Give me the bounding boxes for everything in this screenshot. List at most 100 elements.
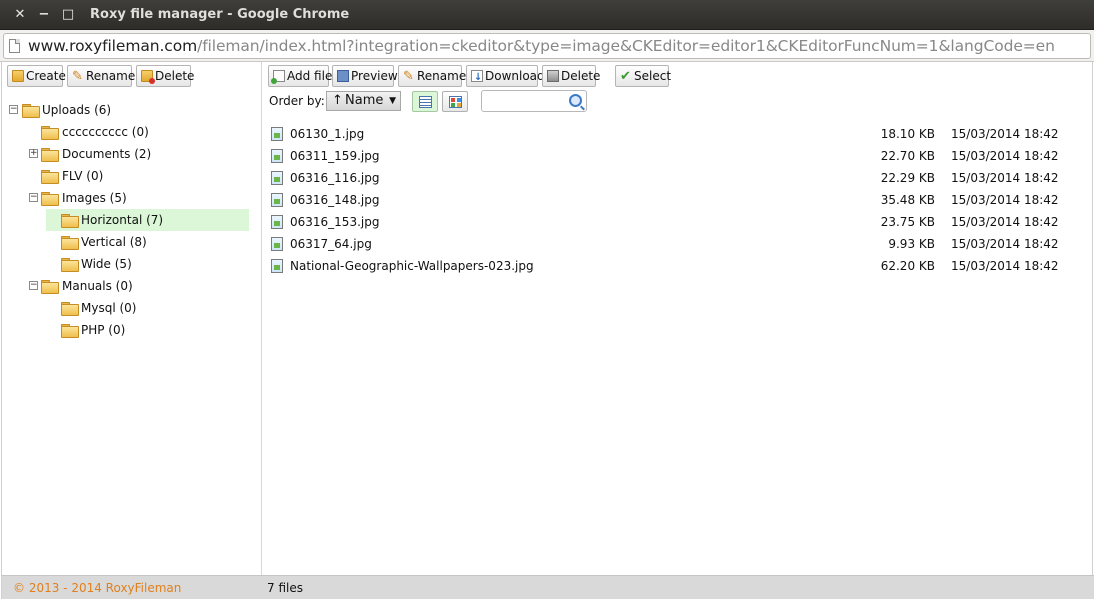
file-row[interactable]: 06130_1.jpg 18.10 KB 15/03/2014 18:42 bbox=[269, 123, 1089, 145]
tree-item-vertical[interactable]: Vertical (8) bbox=[46, 231, 249, 253]
delete-file-button[interactable]: Delete bbox=[542, 65, 600, 87]
file-size: 62.20 KB bbox=[880, 259, 935, 273]
tree-item-mysql[interactable]: Mysql (0) bbox=[46, 297, 249, 319]
list-view-button[interactable] bbox=[412, 91, 438, 112]
image-file-icon bbox=[271, 127, 283, 141]
tree-item-manuals[interactable]: − Manuals (0) bbox=[7, 275, 247, 297]
thumbnail-view-button[interactable] bbox=[442, 91, 468, 112]
file-name: 06317_64.jpg bbox=[290, 237, 372, 251]
sort-direction-icon: ↑ bbox=[332, 93, 343, 108]
file-row[interactable]: 06317_64.jpg 9.93 KB 15/03/2014 18:42 bbox=[269, 233, 1089, 255]
tree-item-label: cccccccccc (0) bbox=[62, 125, 149, 139]
file-row[interactable]: National-Geographic-Wallpapers-023.jpg 6… bbox=[269, 255, 1089, 277]
url-text[interactable]: www.roxyfileman.com/fileman/index.html?i… bbox=[28, 37, 1055, 55]
file-size: 18.10 KB bbox=[880, 127, 935, 141]
add-file-label: Add file bbox=[287, 69, 333, 83]
image-file-icon bbox=[271, 171, 283, 185]
rename-folder-button[interactable]: Rename bbox=[67, 65, 136, 87]
url-host: www.roxyfileman.com bbox=[28, 37, 198, 55]
image-file-icon bbox=[271, 193, 283, 207]
page-icon bbox=[9, 39, 20, 53]
file-row[interactable]: 06316_148.jpg 35.48 KB 15/03/2014 18:42 bbox=[269, 189, 1089, 211]
order-by-select[interactable]: ↑ Name ▼ bbox=[326, 91, 401, 111]
tree-item-label: Vertical (8) bbox=[81, 235, 147, 249]
file-size: 22.70 KB bbox=[880, 149, 935, 163]
preview-button[interactable]: Preview bbox=[332, 65, 398, 87]
tree-item-label: Documents (2) bbox=[62, 147, 152, 161]
folder-open-icon bbox=[22, 104, 40, 118]
file-size: 9.93 KB bbox=[888, 237, 935, 251]
search-input[interactable] bbox=[481, 90, 587, 112]
close-window-icon[interactable]: ✕ bbox=[11, 6, 29, 24]
file-count: 7 files bbox=[267, 581, 303, 595]
file-row[interactable]: 06311_159.jpg 22.70 KB 15/03/2014 18:42 bbox=[269, 145, 1089, 167]
file-pane: Add file Preview Rename Download Delete … bbox=[263, 62, 1093, 575]
tree-item-label: Mysql (0) bbox=[81, 301, 137, 315]
expand-icon[interactable]: + bbox=[29, 149, 38, 158]
download-label: Download bbox=[485, 69, 545, 83]
folder-delete-icon bbox=[141, 70, 155, 84]
delete-folder-button[interactable]: Delete bbox=[136, 65, 195, 87]
file-date: 15/03/2014 18:42 bbox=[951, 149, 1059, 163]
file-name: 06316_148.jpg bbox=[290, 193, 380, 207]
collapse-icon[interactable]: − bbox=[29, 281, 38, 290]
image-file-icon bbox=[271, 215, 283, 229]
maximize-window-icon[interactable]: □ bbox=[59, 6, 77, 24]
folder-icon bbox=[61, 236, 79, 250]
collapse-icon[interactable]: − bbox=[29, 193, 38, 202]
folder-icon bbox=[61, 258, 79, 272]
image-file-icon bbox=[271, 259, 283, 273]
tree-item-horizontal[interactable]: Horizontal (7) bbox=[46, 209, 249, 231]
file-name: 06311_159.jpg bbox=[290, 149, 380, 163]
thumbnail-view-icon bbox=[449, 96, 462, 108]
tree-item-label: Wide (5) bbox=[81, 257, 132, 271]
tree-item-documents[interactable]: + Documents (2) bbox=[7, 143, 247, 165]
folder-open-icon bbox=[41, 192, 59, 206]
folder-pane: Create Rename Delete − Uploads (6) ccccc… bbox=[2, 62, 262, 575]
collapse-icon[interactable]: − bbox=[9, 105, 18, 114]
tree-item-cccccccccc[interactable]: cccccccccc (0) bbox=[7, 121, 247, 143]
file-name: 06316_116.jpg bbox=[290, 171, 380, 185]
file-row[interactable]: 06316_153.jpg 23.75 KB 15/03/2014 18:42 bbox=[269, 211, 1089, 233]
file-date: 15/03/2014 18:42 bbox=[951, 193, 1059, 207]
select-button[interactable]: Select bbox=[615, 65, 672, 87]
rename-file-button[interactable]: Rename bbox=[398, 65, 466, 87]
tree-item-php[interactable]: PHP (0) bbox=[46, 319, 249, 341]
rename-file-label: Rename bbox=[417, 69, 467, 83]
url-field[interactable]: www.roxyfileman.com/fileman/index.html?i… bbox=[3, 33, 1091, 59]
copyright-link[interactable]: © 2013 - 2014 RoxyFileman bbox=[13, 581, 181, 595]
add-file-button[interactable]: Add file bbox=[268, 65, 333, 87]
order-by-label: Order by: bbox=[269, 94, 325, 108]
folder-icon bbox=[41, 126, 59, 140]
list-view-icon bbox=[419, 96, 432, 108]
browser-address-bar: www.roxyfileman.com/fileman/index.html?i… bbox=[0, 30, 1094, 62]
image-file-icon bbox=[271, 149, 283, 163]
window-titlebar: ✕ − □ Roxy file manager - Google Chrome bbox=[0, 0, 1094, 30]
folder-icon bbox=[61, 302, 79, 316]
file-date: 15/03/2014 18:42 bbox=[951, 259, 1059, 273]
create-folder-button[interactable]: Create bbox=[7, 65, 66, 87]
folder-icon bbox=[61, 214, 79, 228]
download-button[interactable]: Download bbox=[466, 65, 545, 88]
folder-add-icon bbox=[12, 70, 24, 82]
folder-icon bbox=[61, 324, 79, 338]
search-icon[interactable] bbox=[569, 94, 582, 107]
tree-item-label: FLV (0) bbox=[62, 169, 104, 183]
file-name: 06316_153.jpg bbox=[290, 215, 380, 229]
window-title: Roxy file manager - Google Chrome bbox=[90, 7, 350, 22]
tree-item-images[interactable]: − Images (5) bbox=[7, 187, 247, 209]
minimize-window-icon[interactable]: − bbox=[35, 6, 53, 24]
pencil-icon bbox=[72, 67, 84, 87]
rename-folder-label: Rename bbox=[86, 69, 136, 83]
url-path: /fileman/index.html?integration=ckeditor… bbox=[197, 37, 1055, 55]
tree-item-uploads[interactable]: − Uploads (6) bbox=[7, 99, 247, 121]
order-by-value: Name bbox=[345, 93, 384, 108]
tree-item-label: Horizontal (7) bbox=[81, 213, 164, 227]
tree-item-flv[interactable]: FLV (0) bbox=[7, 165, 247, 187]
checkmark-icon bbox=[620, 67, 632, 87]
delete-folder-label: Delete bbox=[155, 69, 195, 83]
tree-item-wide[interactable]: Wide (5) bbox=[46, 253, 249, 275]
select-label: Select bbox=[634, 69, 672, 83]
file-row[interactable]: 06316_116.jpg 22.29 KB 15/03/2014 18:42 bbox=[269, 167, 1089, 189]
folder-open-icon bbox=[41, 280, 59, 294]
